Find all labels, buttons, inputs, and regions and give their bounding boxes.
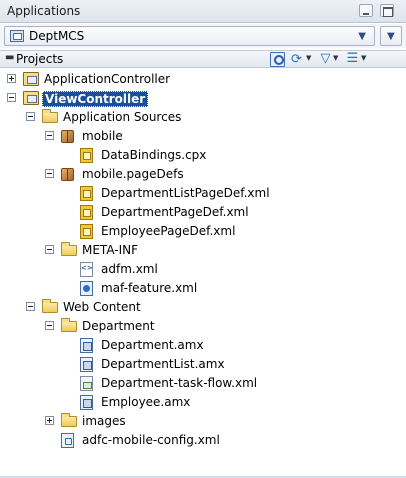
- tree-item-label: META-INF: [82, 243, 139, 257]
- tree-row[interactable]: maf-feature.xml: [64, 279, 406, 298]
- search-icon[interactable]: [270, 52, 285, 67]
- chevron-down-icon: ▼: [387, 31, 395, 42]
- tree-row[interactable]: Department.amx: [64, 336, 406, 355]
- collapse-icon[interactable]: [45, 245, 54, 254]
- application-icon: [10, 30, 24, 42]
- folder-icon: [61, 242, 77, 256]
- tree-item-label: Department: [82, 319, 155, 333]
- folder-icon: [61, 318, 77, 332]
- tree-item-label: Web Content: [63, 300, 141, 314]
- application-select[interactable]: DeptMCS ▼: [4, 26, 375, 46]
- tree-item-label: ApplicationController: [44, 72, 171, 86]
- sync-icon[interactable]: ⟳: [289, 52, 304, 67]
- amx-file-icon: [80, 395, 93, 410]
- tree-item-label: DepartmentList.amx: [101, 357, 225, 371]
- projects-label: Projects: [16, 52, 64, 66]
- tree-row[interactable]: DataBindings.cpx: [64, 146, 406, 165]
- tree-item-label: images: [82, 414, 126, 428]
- tree-item-label: Employee.amx: [101, 395, 191, 409]
- collapse-icon[interactable]: [45, 131, 54, 140]
- chevron-down-icon[interactable]: ▼: [333, 54, 338, 62]
- application-name: DeptMCS: [29, 29, 85, 43]
- tree-row[interactable]: adfc-mobile-config.xml: [45, 431, 406, 450]
- tree-item-label: Department-task-flow.xml: [101, 376, 258, 390]
- tree-item-label: DataBindings.cpx: [101, 148, 207, 162]
- tree-row[interactable]: Department-task-flow.xml: [64, 374, 406, 393]
- tree-item-label: EmployeePageDef.xml: [101, 224, 236, 238]
- tree-row[interactable]: Department: [45, 317, 406, 336]
- task-flow-file-icon: [80, 376, 93, 391]
- tree-item-label: mobile.pageDefs: [82, 167, 184, 181]
- folder-icon: [42, 299, 58, 313]
- tree-row[interactable]: images: [45, 412, 406, 431]
- collapse-icon[interactable]: [26, 302, 35, 311]
- project-icon: [23, 72, 39, 86]
- tree-item-label: adfc-mobile-config.xml: [82, 433, 220, 447]
- collapse-icon[interactable]: [45, 169, 54, 178]
- tree-item-label: adfm.xml: [101, 262, 158, 276]
- tree-row[interactable]: DepartmentList.amx: [64, 355, 406, 374]
- xml-file-icon: [80, 262, 93, 277]
- tree-row[interactable]: mobile: [45, 127, 406, 146]
- collapse-icon[interactable]: [7, 93, 16, 102]
- tree-row[interactable]: DepartmentListPageDef.xml: [64, 184, 406, 203]
- collapse-icon[interactable]: [45, 321, 54, 330]
- tree-item-label: maf-feature.xml: [101, 281, 198, 295]
- package-icon: [61, 168, 74, 181]
- chevron-down-icon[interactable]: ▼: [361, 54, 366, 62]
- maf-feature-file-icon: [80, 281, 93, 296]
- tree-row[interactable]: Employee.amx: [64, 393, 406, 412]
- chevron-down-icon: ▼: [358, 31, 366, 42]
- tree-row[interactable]: mobile.pageDefs: [45, 165, 406, 184]
- tree-item-label: mobile: [82, 129, 123, 143]
- expand-icon[interactable]: [45, 416, 54, 425]
- collapse-icon[interactable]: [26, 112, 35, 121]
- projects-header[interactable]: ▬ Projects ⟳ ▼ ▽ ▼ ☰ ▼: [0, 50, 406, 68]
- collapse-arrow-icon[interactable]: ▬: [5, 52, 14, 63]
- tree-item-label: DepartmentPageDef.xml: [101, 205, 249, 219]
- tree-row[interactable]: Application Sources: [26, 108, 406, 127]
- tree-row[interactable]: DepartmentPageDef.xml: [64, 203, 406, 222]
- maximize-button[interactable]: [380, 4, 394, 17]
- panel-title: Applications: [7, 4, 81, 18]
- amx-file-icon: [80, 338, 93, 353]
- amx-file-icon: [80, 357, 93, 372]
- tree-item-label: DepartmentListPageDef.xml: [101, 186, 270, 200]
- application-selector-row: DeptMCS ▼ ▼: [0, 24, 406, 48]
- tree-row[interactable]: Web Content: [26, 298, 406, 317]
- expand-icon[interactable]: [7, 74, 16, 83]
- cpx-file-icon: [80, 148, 93, 163]
- tree-row[interactable]: ViewController: [7, 89, 406, 108]
- pagedef-file-icon: [80, 186, 93, 201]
- minimize-button[interactable]: [359, 4, 373, 17]
- tree-row[interactable]: EmployeePageDef.xml: [64, 222, 406, 241]
- tree-item-label: Department.amx: [101, 338, 204, 352]
- config-file-icon: [61, 433, 74, 448]
- filter-icon[interactable]: ▽: [318, 52, 333, 67]
- folder-icon: [42, 109, 58, 123]
- tree-row[interactable]: ApplicationController: [7, 70, 406, 89]
- pagedef-file-icon: [80, 205, 93, 220]
- chevron-down-icon[interactable]: ▼: [306, 54, 311, 62]
- folder-icon: [61, 413, 77, 427]
- tree-item-label: ViewController: [42, 91, 149, 107]
- tree-row[interactable]: adfm.xml: [64, 260, 406, 279]
- tree-row[interactable]: META-INF: [45, 241, 406, 260]
- sort-icon[interactable]: ☰: [345, 52, 360, 67]
- pagedef-file-icon: [80, 224, 93, 239]
- panel-titlebar: Applications: [0, 0, 406, 23]
- package-icon: [61, 130, 74, 143]
- application-menu-button[interactable]: ▼: [380, 26, 402, 46]
- tree-item-label: Application Sources: [63, 110, 182, 124]
- project-icon: [23, 91, 39, 105]
